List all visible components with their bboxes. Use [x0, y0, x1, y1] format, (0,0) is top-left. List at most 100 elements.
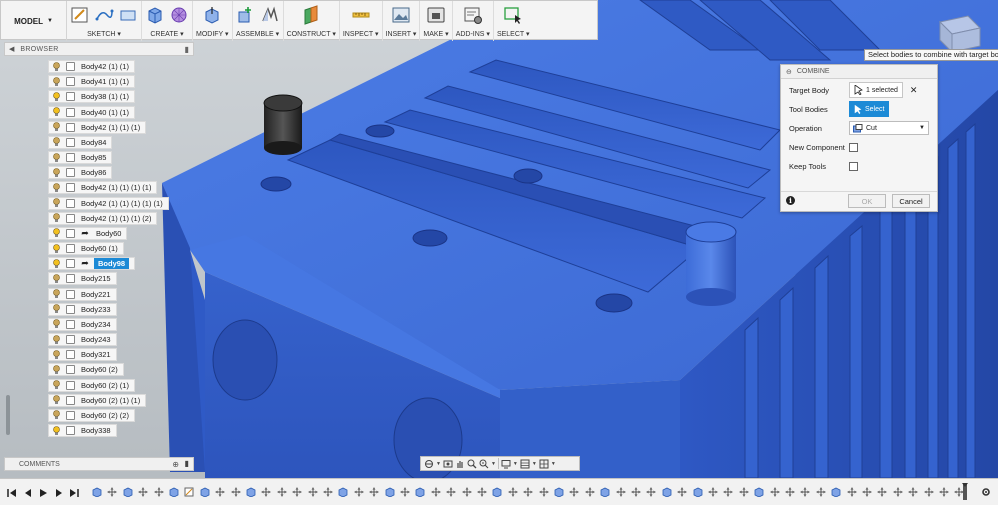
timeline-feature-extrude-icon[interactable]	[554, 487, 564, 497]
lightbulb-icon[interactable]	[49, 197, 63, 210]
timeline-feature-move-icon[interactable]	[585, 487, 595, 497]
lightbulb-icon[interactable]	[49, 379, 63, 392]
timeline-feature-move-icon[interactable]	[539, 487, 549, 497]
browser-item[interactable]: Body86	[48, 166, 113, 180]
lightbulb-icon[interactable]	[49, 90, 63, 103]
browser-item[interactable]: Body42 (1) (1) (1) (1)	[48, 181, 158, 195]
display-settings-icon[interactable]	[501, 459, 511, 469]
rectangle-icon[interactable]	[118, 5, 138, 25]
timeline-feature-extrude-icon[interactable]	[385, 487, 395, 497]
timeline-feature-move-icon[interactable]	[800, 487, 810, 497]
lightbulb-icon[interactable]	[49, 181, 63, 194]
offset-plane-icon[interactable]	[301, 5, 321, 25]
lightbulb-icon[interactable]	[49, 60, 63, 73]
timeline-feature-move-icon[interactable]	[924, 487, 934, 497]
timeline-feature-move-icon[interactable]	[462, 487, 472, 497]
fit-icon[interactable]	[479, 459, 489, 469]
timeline-feature-move-icon[interactable]	[400, 487, 410, 497]
timeline-feature-move-icon[interactable]	[369, 487, 379, 497]
timeline-feature-sketch-icon[interactable]	[184, 487, 194, 497]
browser-item[interactable]: Body60 (1)	[48, 242, 124, 256]
timeline-feature-extrude-icon[interactable]	[600, 487, 610, 497]
browser-item[interactable]: ➦ Body98	[48, 257, 136, 271]
lightbulb-icon[interactable]	[49, 242, 63, 255]
joint-icon[interactable]	[260, 5, 280, 25]
viewports-icon[interactable]	[539, 459, 549, 469]
browser-item[interactable]: Body42 (1) (1) (1) (1) (1)	[48, 196, 169, 210]
timeline-feature-extrude-icon[interactable]	[415, 487, 425, 497]
timeline-feature-move-icon[interactable]	[154, 487, 164, 497]
lightbulb-icon[interactable]	[49, 106, 63, 119]
toolbar-group-create[interactable]: CREATE ▾	[142, 1, 193, 41]
lightbulb-icon[interactable]	[49, 166, 63, 179]
toolbar-group-assemble[interactable]: ASSEMBLE ▾	[233, 1, 284, 41]
browser-item[interactable]: Body41 (1) (1)	[48, 75, 135, 89]
browser-item[interactable]: Body321	[48, 348, 117, 362]
go-to-end-icon[interactable]	[69, 488, 79, 498]
chevron-down-icon[interactable]: ▼	[436, 461, 441, 467]
browser-item[interactable]: Body60 (2) (1) (1)	[48, 393, 147, 407]
timeline-feature-move-icon[interactable]	[261, 487, 271, 497]
press-pull-icon[interactable]	[202, 5, 222, 25]
timeline-feature-move-icon[interactable]	[862, 487, 872, 497]
timeline-feature-extrude-icon[interactable]	[123, 487, 133, 497]
go-to-start-icon[interactable]	[7, 488, 17, 498]
orbit-icon[interactable]	[424, 459, 434, 469]
timeline-feature-extrude-icon[interactable]	[693, 487, 703, 497]
collapse-arrow-icon[interactable]: ◀	[9, 45, 14, 53]
toolbar-group-select[interactable]: SELECT ▾	[494, 1, 533, 41]
timeline-feature-extrude-icon[interactable]	[492, 487, 502, 497]
ok-button[interactable]: OK	[848, 194, 886, 208]
timeline-feature-move-icon[interactable]	[354, 487, 364, 497]
timeline-feature-move-icon[interactable]	[893, 487, 903, 497]
browser-item[interactable]: Body215	[48, 272, 117, 286]
lightbulb-icon[interactable]	[49, 333, 63, 346]
toolbar-group-insert[interactable]: INSERT ▾	[383, 1, 421, 41]
timeline-feature-extrude-icon[interactable]	[831, 487, 841, 497]
add-comment-icon[interactable]: ⊕	[172, 460, 179, 469]
timeline-feature-move-icon[interactable]	[508, 487, 518, 497]
lightbulb-icon[interactable]	[49, 151, 63, 164]
toolbar-group-inspect[interactable]: INSPECT ▾	[340, 1, 383, 41]
chevron-down-icon[interactable]: ▼	[532, 461, 537, 467]
timeline-feature-move-icon[interactable]	[308, 487, 318, 497]
timeline-feature-extrude-icon[interactable]	[246, 487, 256, 497]
insert-image-icon[interactable]	[391, 5, 411, 25]
toolbar-group-construct[interactable]: CONSTRUCT ▾	[284, 1, 340, 41]
lightbulb-icon[interactable]	[49, 348, 63, 361]
lightbulb-icon[interactable]	[49, 212, 63, 225]
browser-item[interactable]: Body42 (1) (1)	[48, 60, 135, 73]
timeline-feature-move-icon[interactable]	[631, 487, 641, 497]
lightbulb-icon[interactable]	[49, 288, 63, 301]
timeline-feature-move-icon[interactable]	[107, 487, 117, 497]
toolbar-group-make[interactable]: MAKE ▾	[420, 1, 453, 41]
look-at-icon[interactable]	[443, 459, 453, 469]
gear-icon[interactable]	[981, 487, 991, 497]
play-icon[interactable]	[38, 488, 48, 498]
chevron-down-icon[interactable]: ▼	[491, 461, 496, 467]
3d-print-icon[interactable]	[426, 5, 446, 25]
timeline-feature-move-icon[interactable]	[723, 487, 733, 497]
combine-dialog-header[interactable]: ⊖ COMBINE	[781, 65, 937, 79]
browser-item[interactable]: Body338	[48, 424, 117, 438]
timeline-feature-move-icon[interactable]	[616, 487, 626, 497]
new-component-icon[interactable]	[236, 5, 256, 25]
select-box-icon[interactable]	[503, 5, 523, 25]
timeline-feature-move-icon[interactable]	[677, 487, 687, 497]
lightbulb-icon[interactable]	[49, 272, 63, 285]
lightbulb-icon[interactable]	[49, 75, 63, 88]
target-body-selection[interactable]: 1 selected	[849, 82, 903, 98]
timeline-feature-extrude-icon[interactable]	[169, 487, 179, 497]
clear-selection-icon[interactable]: ✕	[910, 85, 918, 96]
timeline-feature-move-icon[interactable]	[323, 487, 333, 497]
timeline-feature-move-icon[interactable]	[215, 487, 225, 497]
zoom-icon[interactable]	[467, 459, 477, 469]
operation-dropdown[interactable]: Cut ▼	[849, 121, 929, 135]
step-back-icon[interactable]	[23, 488, 33, 498]
timeline-feature-move-icon[interactable]	[277, 487, 287, 497]
timeline-feature-move-icon[interactable]	[785, 487, 795, 497]
timeline-feature-move-icon[interactable]	[739, 487, 749, 497]
info-icon[interactable]: i	[786, 196, 795, 205]
browser-item[interactable]: Body38 (1) (1)	[48, 90, 135, 104]
lightbulb-icon[interactable]	[49, 257, 63, 270]
